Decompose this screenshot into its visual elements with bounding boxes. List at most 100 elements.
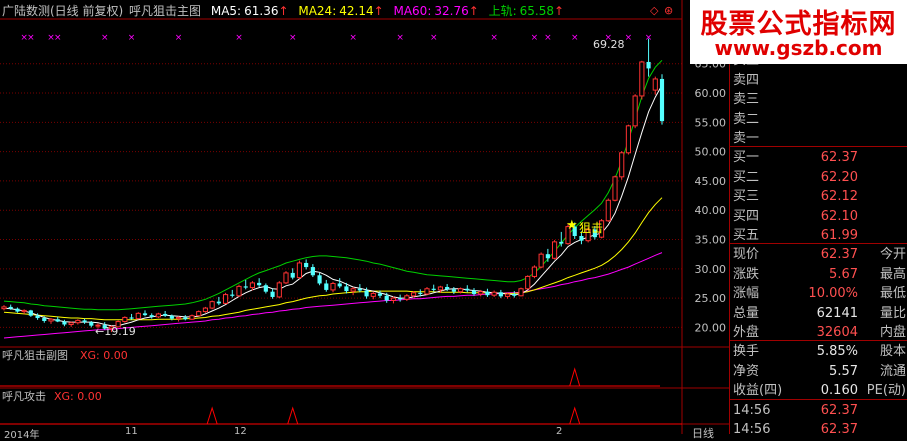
candle-body-up xyxy=(531,266,538,277)
row-label-secondary: 流通 xyxy=(879,363,906,379)
row-value: 10.00% xyxy=(808,286,858,301)
up-arrow-icon: ↑ xyxy=(554,4,565,18)
price-tick-label: 20.00 xyxy=(695,321,727,334)
section-divider xyxy=(730,399,907,400)
signal-cross-marker: × xyxy=(430,33,438,43)
candle-body-up xyxy=(652,78,658,91)
price-axis: 65.0060.0055.0050.0045.0040.0035.0030.00… xyxy=(695,58,727,335)
candle-body-down xyxy=(142,313,148,316)
sub-panel-2-title[interactable]: 呼凡攻击 xyxy=(2,390,46,404)
candle-body-down xyxy=(82,320,87,323)
candle-body-down xyxy=(183,317,188,320)
row-label: 买三 xyxy=(733,189,760,204)
quote-panel: 卖五卖四卖三卖二卖一买一62.37买二62.20买三62.12买四62.10买五… xyxy=(729,0,907,437)
section-divider xyxy=(730,146,907,147)
row-label: 买四 xyxy=(733,208,760,224)
watermark-url: www.gszb.com xyxy=(714,36,883,60)
signal-cross-marker: × xyxy=(128,33,136,43)
candle-body-down xyxy=(559,241,564,244)
stats-row[interactable]: 收益(四) 0.160 PE(动) xyxy=(730,381,907,400)
candle-body-up xyxy=(135,312,141,320)
candle-body-down xyxy=(545,254,550,259)
candle-body-up xyxy=(619,152,625,178)
row-label-secondary: 股本 xyxy=(879,344,906,359)
quote-row[interactable]: 现价 62.37 今开 xyxy=(730,245,907,264)
row-value: 62.37 xyxy=(820,247,858,262)
candle-body-down xyxy=(357,288,362,291)
panel2-spike xyxy=(569,406,581,425)
candle-body-up xyxy=(404,295,410,300)
signal-cross-marker: × xyxy=(54,33,62,43)
price-tick-label: 35.00 xyxy=(695,234,727,247)
row-label: 涨跌 xyxy=(733,266,760,282)
ma24-label: MA24: xyxy=(298,4,337,18)
candle-body-up xyxy=(21,309,27,313)
upper-band-value: 65.58 xyxy=(519,4,555,18)
indicator-legend: 广陆数测(日线 前复权) 呼凡狙击主图 MA5: 61.36↑ MA24: 42.1… xyxy=(2,3,564,19)
candle-body-down xyxy=(344,286,349,292)
candle-body-up xyxy=(424,288,430,295)
signal-cross-marker: × xyxy=(349,33,357,43)
stats-row[interactable]: 净资 5.57 流通 xyxy=(730,362,907,381)
row-label: 收益(四) xyxy=(733,383,783,398)
stats-row[interactable]: 换手 5.85% 股本 xyxy=(730,342,907,361)
candle-body-down xyxy=(364,290,369,297)
section-divider xyxy=(730,340,907,341)
signal-cross-marker: × xyxy=(289,33,297,43)
signal-cross-marker: × xyxy=(645,33,653,43)
buy-level-row[interactable]: 买三 62.12 xyxy=(730,187,907,206)
signal-cross-marker: × xyxy=(625,33,633,43)
signal-cross-marker: × xyxy=(101,33,109,43)
quote-row[interactable]: 涨幅 10.00% 最低 xyxy=(730,284,907,303)
row-label: 总量 xyxy=(733,305,760,321)
row-value: 5.57 xyxy=(829,363,858,379)
buy-level-row[interactable]: 买二 62.20 xyxy=(730,168,907,187)
upper-band-line xyxy=(3,59,663,311)
candle-body-up xyxy=(276,282,282,298)
buy-level-row[interactable]: 买四 62.10 xyxy=(730,207,907,226)
row-value: 62.37 xyxy=(820,150,858,165)
buy-level-row[interactable]: 买一 62.37 xyxy=(730,148,907,167)
sell-level-row[interactable]: 卖二 xyxy=(730,110,907,129)
tick-row[interactable]: 14:56 62.37 xyxy=(730,401,907,420)
quote-row[interactable]: 涨跌 5.67 最高 xyxy=(730,265,907,284)
signal-cross-marker: × xyxy=(235,33,243,43)
chart-canvas: × × × × × × × × × × × × × × × × × × × 65.0060.0055.0050.00… xyxy=(0,0,729,434)
sub-panel-1-xg: XG: 0.00 xyxy=(80,349,128,362)
sell-level-row[interactable]: 卖四 xyxy=(730,71,907,90)
candle-body-down xyxy=(243,286,248,288)
candle-body-down xyxy=(28,310,33,316)
candle-body-up xyxy=(390,297,397,301)
candle-body-up xyxy=(632,95,638,127)
sell-level-row[interactable]: 卖三 xyxy=(730,90,907,109)
ma5-label: MA5: xyxy=(210,4,242,18)
candle-body-down xyxy=(498,292,503,297)
candle-body-down xyxy=(418,292,423,295)
candle-body-down xyxy=(304,262,309,268)
candle-body-up xyxy=(283,272,289,284)
sub-panel-1-title[interactable]: 呼凡狙击副图 xyxy=(2,349,68,363)
candle-body-up xyxy=(518,288,524,297)
candle-body-down xyxy=(290,272,295,278)
candle-body-down xyxy=(257,282,262,286)
candle-body-up xyxy=(196,311,202,317)
ma24-line xyxy=(3,197,663,321)
candle-body-down xyxy=(398,298,403,300)
low-price-label: ←19.19 xyxy=(95,325,136,338)
candle-body-up xyxy=(1,306,7,310)
ma60-label: MA60: xyxy=(393,4,432,18)
upper-band-path xyxy=(3,59,663,311)
gear-icon: ⊛ xyxy=(664,4,673,17)
candle-body-up xyxy=(122,316,128,323)
indicator-name[interactable]: 呼凡狙击主图 xyxy=(129,4,201,18)
candle-body-up xyxy=(330,282,336,291)
ma24-path xyxy=(3,197,663,321)
candle-body-down xyxy=(317,275,322,284)
panel2-spike xyxy=(287,406,299,425)
quote-row[interactable]: 总量 62141 量比 xyxy=(730,304,907,323)
tick-row[interactable]: 14:56 62.37 xyxy=(730,420,907,439)
candle-body-up xyxy=(457,288,464,293)
candle-body-up xyxy=(202,307,209,313)
candle-body-up xyxy=(525,275,531,290)
period-label[interactable]: 日线 xyxy=(692,425,714,441)
